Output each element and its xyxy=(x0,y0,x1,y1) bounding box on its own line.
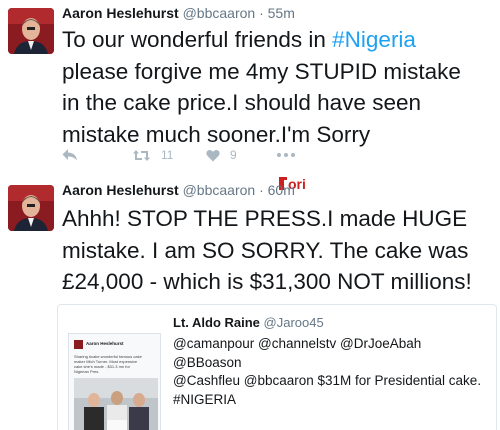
tweet-header: Aaron Heslehurst @bbcaaron · 60m xyxy=(62,181,295,199)
quoted-text: @camanpour @channelstv @DrJoeAbah @BBoas… xyxy=(173,336,482,407)
avatar[interactable] xyxy=(8,8,54,54)
hashtag-link[interactable]: #Nigeria xyxy=(332,27,416,52)
tweet-line: £24,000 - which is $31,300 NOT millions! xyxy=(62,269,472,294)
tweet-line: To our wonderful friends in #Nigeria xyxy=(62,24,497,56)
quoted-tweet[interactable]: Aaron Heslehurst Sharing #cake wonderful… xyxy=(57,304,497,430)
reply-icon xyxy=(62,148,78,162)
heart-icon xyxy=(206,149,220,162)
separator-dot: · xyxy=(259,5,264,21)
thumb-line: Nigerian Pres. xyxy=(74,369,99,374)
tweet-line: mistake. I am SO SORRY. The cake was xyxy=(62,237,469,263)
quoted-author-handle[interactable]: @Jaroo45 xyxy=(264,315,324,330)
retweet-count: 11 xyxy=(161,148,174,162)
author-handle[interactable]: @bbcaaron xyxy=(183,5,256,21)
author-handle[interactable]: @bbcaaron xyxy=(183,182,256,198)
separator-dot: · xyxy=(259,182,264,198)
avatar[interactable] xyxy=(8,185,54,231)
more-icon xyxy=(277,153,295,157)
like-count: 9 xyxy=(230,148,237,162)
timestamp[interactable]: 60m xyxy=(268,182,295,198)
tweet-line: please forgive me 4my STUPID mistake xyxy=(62,58,461,84)
retweet-button[interactable]: 11 xyxy=(132,144,173,166)
quoted-header: Lt. Aldo Raine @Jaroo45 xyxy=(173,315,324,331)
reply-button[interactable] xyxy=(62,144,78,166)
tweet-line: Ahhh! STOP THE PRESS.I made HUGE xyxy=(62,206,468,231)
tweet-text-prefix: To our wonderful friends in xyxy=(62,27,333,52)
tweet[interactable]: Aaron Heslehurst @bbcaaron · 55m To our … xyxy=(0,0,500,176)
tweet-header: Aaron Heslehurst @bbcaaron · 55m xyxy=(62,4,295,22)
author-name[interactable]: Aaron Heslehurst xyxy=(62,182,179,198)
retweet-icon xyxy=(132,149,151,162)
thumb-author: Aaron Heslehurst xyxy=(86,341,124,346)
quoted-media-thumbnail[interactable]: Aaron Heslehurst Sharing #cake wonderful… xyxy=(68,333,161,430)
timestamp[interactable]: 55m xyxy=(268,5,295,21)
more-button[interactable] xyxy=(277,144,295,166)
tweet-line: in the cake price.I should have seen xyxy=(62,90,421,115)
tweet-actions: 11 9 xyxy=(62,144,362,166)
tweet-text: To our wonderful friends in #Nigeria ple… xyxy=(62,24,497,150)
like-button[interactable]: 9 xyxy=(206,144,237,166)
author-name[interactable]: Aaron Heslehurst xyxy=(62,5,179,21)
quoted-author-name[interactable]: Lt. Aldo Raine xyxy=(173,315,260,330)
